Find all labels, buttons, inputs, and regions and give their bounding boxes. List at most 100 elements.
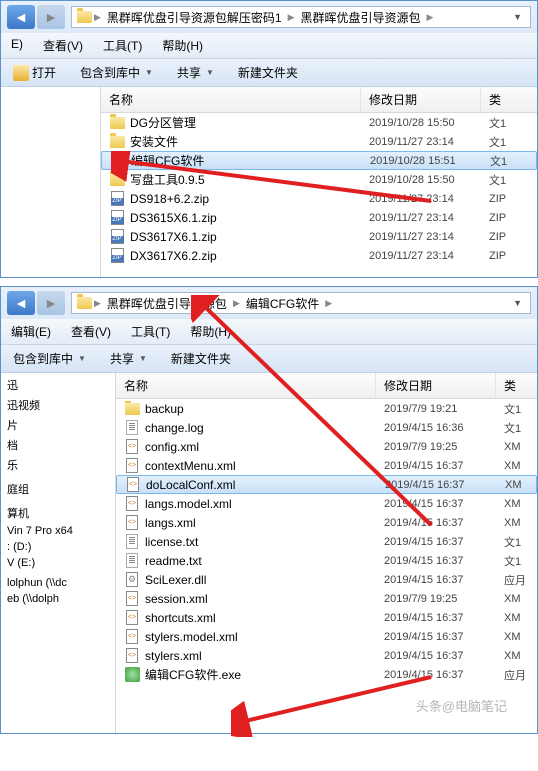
nav-item[interactable]: 片 — [1, 415, 115, 435]
address-box[interactable]: ▶ 黑群晖优盘引导资源包 ▶ 编辑CFG软件 ▶ ▼ — [71, 292, 531, 314]
file-row[interactable]: 编辑CFG软件2019/10/28 15:51文1 — [101, 151, 537, 170]
file-row[interactable]: readme.txt2019/4/15 16:37文1 — [116, 551, 537, 570]
file-type: XM — [496, 498, 537, 510]
file-row[interactable]: DS3615X6.1.zip2019/11/27 23:14ZIP — [101, 208, 537, 227]
col-name[interactable]: 名称 — [116, 373, 376, 398]
newfolder-button[interactable]: 新建文件夹 — [167, 348, 235, 369]
nav-item[interactable]: 乐 — [1, 455, 115, 475]
file-name: DX3617X6.2.zip — [101, 248, 361, 264]
chevron-down-icon[interactable]: ▼ — [509, 298, 526, 308]
file-type: 应月 — [496, 572, 537, 588]
file-name: shortcuts.xml — [116, 610, 376, 626]
file-date: 2019/4/15 16:37 — [377, 479, 497, 491]
nav-forward-button[interactable]: ► — [37, 5, 65, 29]
file-type: ZIP — [481, 193, 537, 205]
file-row[interactable]: session.xml2019/7/9 19:25XM — [116, 589, 537, 608]
col-type[interactable]: 类 — [496, 373, 537, 398]
nav-item[interactable]: 档 — [1, 435, 115, 455]
include-button[interactable]: 包含到库中▼ — [9, 348, 90, 369]
txt-icon — [124, 553, 140, 569]
nav-item[interactable]: eb (\\dolph — [1, 591, 115, 607]
share-button[interactable]: 共享▼ — [173, 62, 218, 83]
address-bar: ◄ ► ▶ 黑群晖优盘引导资源包 ▶ 编辑CFG软件 ▶ ▼ — [1, 287, 537, 319]
menu-view[interactable]: 查看(V) — [67, 321, 115, 342]
chevron-down-icon[interactable]: ▼ — [509, 12, 526, 22]
folder-icon — [76, 295, 92, 311]
content-pane: 名称 修改日期 类 DG分区管理2019/10/28 15:50文1安装文件20… — [101, 87, 537, 277]
file-row[interactable]: DX3617X6.2.zip2019/11/27 23:14ZIP — [101, 246, 537, 265]
file-row[interactable]: DG分区管理2019/10/28 15:50文1 — [101, 113, 537, 132]
file-row[interactable]: config.xml2019/7/9 19:25XM — [116, 437, 537, 456]
nav-item[interactable]: : (D:) — [1, 539, 115, 555]
col-date[interactable]: 修改日期 — [376, 373, 496, 398]
menu-edit[interactable]: 编辑(E) — [7, 321, 55, 342]
nav-item[interactable]: 迅视频 — [1, 395, 115, 415]
menu-help[interactable]: 帮助(H) — [158, 35, 207, 56]
include-button[interactable]: 包含到库中▼ — [76, 62, 157, 83]
share-button[interactable]: 共享▼ — [106, 348, 151, 369]
file-type: 文1 — [482, 153, 536, 169]
menu-tools[interactable]: 工具(T) — [127, 321, 174, 342]
file-name: stylers.xml — [116, 648, 376, 664]
file-type: ZIP — [481, 250, 537, 262]
menu-bar: 编辑(E) 查看(V) 工具(T) 帮助(H) — [1, 319, 537, 345]
file-row[interactable]: langs.model.xml2019/4/15 16:37XM — [116, 494, 537, 513]
menu-edit[interactable]: E) — [7, 35, 27, 56]
open-button[interactable]: 打开 — [9, 62, 60, 83]
file-date: 2019/10/28 15:50 — [361, 174, 481, 186]
menu-tools[interactable]: 工具(T) — [99, 35, 146, 56]
col-date[interactable]: 修改日期 — [361, 87, 481, 112]
address-box[interactable]: ▶ 黑群晖优盘引导资源包解压密码1 ▶ 黑群晖优盘引导资源包 ▶ ▼ — [71, 6, 531, 28]
file-row[interactable]: 写盘工具0.9.52019/10/28 15:50文1 — [101, 170, 537, 189]
file-type: ZIP — [481, 212, 537, 224]
xml-icon — [124, 591, 140, 607]
file-row[interactable]: doLocalConf.xml2019/4/15 16:37XM — [116, 475, 537, 494]
exe-icon — [124, 667, 140, 683]
nav-pane[interactable] — [1, 87, 101, 277]
nav-pane[interactable]: 迅迅视频片档乐庭组算机Vin 7 Pro x64: (D:)V (E:) lolp… — [1, 373, 116, 733]
file-name: DS3615X6.1.zip — [101, 210, 361, 226]
menu-view[interactable]: 查看(V) — [39, 35, 87, 56]
nav-back-button[interactable]: ◄ — [7, 5, 35, 29]
nav-item[interactable]: V (E:) — [1, 555, 115, 571]
file-row[interactable]: DS3617X6.1.zip2019/11/27 23:14ZIP — [101, 227, 537, 246]
breadcrumb[interactable]: 黑群晖优盘引导资源包 — [103, 295, 231, 312]
nav-item[interactable]: Vin 7 Pro x64 — [1, 523, 115, 539]
file-row[interactable]: langs.xml2019/4/15 16:37XM — [116, 513, 537, 532]
file-row[interactable]: shortcuts.xml2019/4/15 16:37XM — [116, 608, 537, 627]
file-row[interactable]: DS918+6.2.zip2019/11/27 23:14ZIP — [101, 189, 537, 208]
newfolder-button[interactable]: 新建文件夹 — [234, 62, 302, 83]
col-type[interactable]: 类 — [481, 87, 537, 112]
breadcrumb[interactable]: 黑群晖优盘引导资源包 — [297, 9, 425, 26]
file-row[interactable]: contextMenu.xml2019/4/15 16:37XM — [116, 456, 537, 475]
nav-forward-button[interactable]: ► — [37, 291, 65, 315]
file-name: stylers.model.xml — [116, 629, 376, 645]
file-row[interactable]: 安装文件2019/11/27 23:14文1 — [101, 132, 537, 151]
file-row[interactable]: backup2019/7/9 19:21文1 — [116, 399, 537, 418]
column-headers: 名称 修改日期 类 — [116, 373, 537, 399]
col-name[interactable]: 名称 — [101, 87, 361, 112]
file-row[interactable]: change.log2019/4/15 16:36文1 — [116, 418, 537, 437]
file-row[interactable]: stylers.xml2019/4/15 16:37XM — [116, 646, 537, 665]
nav-item[interactable]: lolphun (\\dc — [1, 575, 115, 591]
nav-item[interactable]: 迅 — [1, 375, 115, 395]
file-row[interactable]: stylers.model.xml2019/4/15 16:37XM — [116, 627, 537, 646]
file-type: 文1 — [496, 534, 537, 550]
breadcrumb[interactable]: 编辑CFG软件 — [242, 295, 323, 312]
nav-item[interactable]: 庭组 — [1, 479, 115, 499]
menu-help[interactable]: 帮助(H) — [186, 321, 235, 342]
file-row[interactable]: license.txt2019/4/15 16:37文1 — [116, 532, 537, 551]
file-type: XM — [496, 460, 537, 472]
file-name: doLocalConf.xml — [117, 477, 377, 493]
xml-icon — [124, 648, 140, 664]
nav-back-button[interactable]: ◄ — [7, 291, 35, 315]
nav-item[interactable]: 算机 — [1, 503, 115, 523]
file-row[interactable]: 编辑CFG软件.exe2019/4/15 16:37应月 — [116, 665, 537, 684]
chevron-down-icon: ▼ — [145, 68, 153, 77]
zip-icon — [109, 229, 125, 245]
file-row[interactable]: SciLexer.dll2019/4/15 16:37应月 — [116, 570, 537, 589]
file-date: 2019/11/27 23:14 — [361, 193, 481, 205]
breadcrumb[interactable]: 黑群晖优盘引导资源包解压密码1 — [103, 9, 286, 26]
txt-icon — [124, 420, 140, 436]
file-type: 文1 — [481, 172, 537, 188]
